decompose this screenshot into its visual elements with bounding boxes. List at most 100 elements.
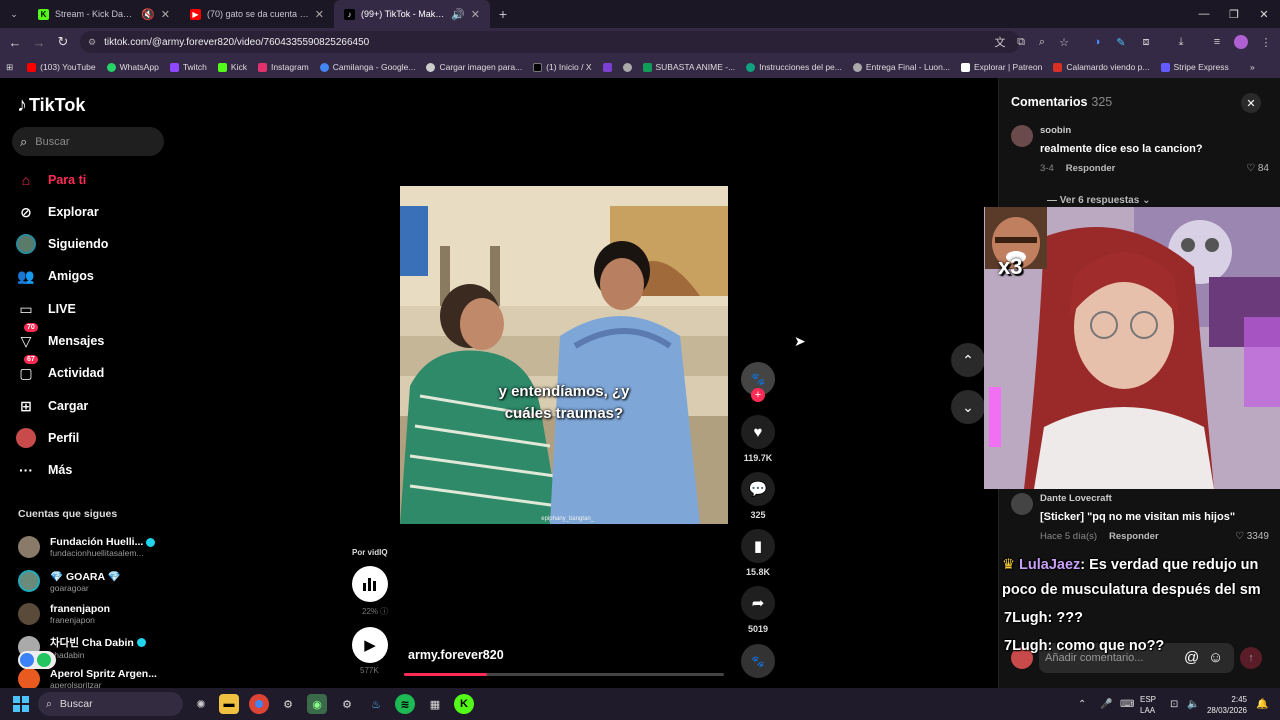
bookmark-item[interactable]: Instagram bbox=[257, 62, 309, 72]
send-comment-button[interactable]: ↑ bbox=[1240, 647, 1262, 669]
bookmark-item[interactable]: Explorar | Patreon bbox=[960, 62, 1042, 72]
avatar[interactable] bbox=[1011, 493, 1033, 515]
close-comments-button[interactable]: ✕ bbox=[1241, 93, 1261, 113]
settings-gear-icon[interactable]: ⚙ bbox=[278, 694, 298, 714]
site-info-icon[interactable]: ⚙ bbox=[88, 37, 96, 48]
follow-plus-icon[interactable]: + bbox=[751, 388, 765, 402]
settings-gear-icon[interactable]: ⚙ bbox=[337, 694, 357, 714]
bookmark-item[interactable] bbox=[622, 62, 632, 72]
bookmark-item[interactable] bbox=[602, 62, 612, 72]
info-icon[interactable]: ⓘ bbox=[380, 607, 388, 616]
creator-avatar-button[interactable]: 🐾 + bbox=[740, 362, 776, 402]
search-box[interactable]: ⌕ bbox=[12, 127, 164, 156]
chrome-icon[interactable] bbox=[249, 694, 269, 714]
windows-start-icon[interactable] bbox=[13, 696, 29, 712]
vidiq-stats-button[interactable] bbox=[352, 566, 388, 602]
tab-list-button[interactable]: ⌄ bbox=[0, 0, 28, 28]
extension-icon[interactable]: ◑ bbox=[1087, 32, 1107, 52]
forward-icon[interactable]: → bbox=[27, 30, 51, 54]
bookmark-item[interactable]: Entrega Final - Luon... bbox=[852, 62, 950, 72]
nav-item-perfil[interactable]: Perfil bbox=[16, 426, 79, 450]
bookmark-item[interactable]: Twitch bbox=[169, 62, 207, 72]
video-author[interactable]: army.forever820 bbox=[408, 648, 504, 662]
system-clock[interactable]: 2:45 28/03/2026 bbox=[1203, 694, 1247, 716]
file-explorer-icon[interactable]: ▬ bbox=[219, 694, 239, 714]
bookmark-item[interactable]: (1) Inicio / X bbox=[533, 62, 592, 72]
sound-button[interactable]: 🐾 bbox=[740, 644, 776, 678]
bookmark-item[interactable]: Stripe Express bbox=[1160, 62, 1229, 72]
nav-item-explorar[interactable]: ⊘ Explorar bbox=[16, 200, 99, 224]
bookmark-item[interactable]: WhatsApp bbox=[106, 62, 159, 72]
next-video-button[interactable]: ⌄ bbox=[951, 390, 985, 424]
extensions-puzzle-icon[interactable]: ⧈ bbox=[1136, 32, 1156, 52]
minimize-icon[interactable]: — bbox=[1188, 0, 1220, 28]
play-button[interactable]: ▶ bbox=[352, 627, 388, 663]
bookmark-item[interactable]: Camilanga - Google... bbox=[319, 62, 415, 72]
mute-icon[interactable]: 🔇 bbox=[141, 8, 155, 21]
previous-video-button[interactable]: ⌃ bbox=[951, 343, 985, 377]
followed-account[interactable]: franenjapon franenjapon bbox=[18, 599, 110, 629]
back-icon[interactable]: ← bbox=[3, 30, 27, 54]
nav-item-cargar[interactable]: ⊞ Cargar bbox=[16, 394, 88, 418]
nav-item-live[interactable]: ▭ LIVE bbox=[16, 297, 75, 321]
comment-user[interactable]: Dante Lovecraft bbox=[1040, 493, 1112, 504]
tiktok-logo[interactable]: ♪ TikTok bbox=[17, 94, 85, 117]
video-player[interactable]: y entendíamos, ¿y cuáles traumas? epipha… bbox=[400, 186, 728, 524]
kick-icon[interactable]: K bbox=[454, 694, 474, 714]
download-icon[interactable]: ⤓ bbox=[1171, 32, 1191, 52]
avatar[interactable] bbox=[1011, 125, 1033, 147]
view-replies-button[interactable]: — Ver 6 respuestas ⌄ bbox=[1047, 195, 1150, 206]
url-field[interactable]: ⚙ tiktok.com/@army.forever820/video/7604… bbox=[80, 31, 1020, 53]
comment-like-button[interactable]: ♡ 84 bbox=[1246, 163, 1269, 174]
bookmark-star-icon[interactable]: ☆ bbox=[1054, 32, 1074, 52]
video-progress-bar[interactable] bbox=[404, 673, 724, 676]
like-button[interactable]: ♥ 119.7K bbox=[740, 415, 776, 463]
floating-widget[interactable] bbox=[18, 651, 56, 669]
obs-icon[interactable]: ◉ bbox=[307, 694, 327, 714]
bookmark-item[interactable]: Kick bbox=[217, 62, 247, 72]
comment-user[interactable]: soobin bbox=[1040, 125, 1071, 136]
menu-kebab-icon[interactable]: ⋮ bbox=[1256, 32, 1276, 52]
nav-item-mas[interactable]: ··· Más bbox=[16, 458, 72, 482]
app-icon[interactable]: ▦ bbox=[425, 694, 445, 714]
microphone-icon[interactable]: 🎤 bbox=[1100, 688, 1112, 720]
nav-item-mensajes[interactable]: ▽ 70 Mensajes bbox=[16, 323, 104, 353]
bookmark-item[interactable]: Instrucciones del pe... bbox=[746, 62, 842, 72]
bookmark-item[interactable]: Cargar imagen para... bbox=[426, 62, 522, 72]
close-tab-icon[interactable]: ✕ bbox=[315, 8, 324, 21]
extension-icon[interactable]: ✎ bbox=[1111, 32, 1131, 52]
close-tab-icon[interactable]: ✕ bbox=[471, 8, 480, 21]
keyboard-icon[interactable]: ⌨ bbox=[1120, 688, 1134, 720]
nav-item-para-ti[interactable]: ⌂ Para ti bbox=[16, 168, 86, 192]
reload-icon[interactable]: ↻ bbox=[51, 30, 75, 54]
followed-account[interactable]: 💎 GOARA 💎 goaragoar bbox=[18, 566, 121, 596]
search-input[interactable] bbox=[35, 135, 146, 148]
nav-item-actividad[interactable]: ▢ 67 Actividad bbox=[16, 355, 104, 385]
comment-button[interactable]: 💬 325 bbox=[740, 472, 776, 520]
spotify-icon[interactable]: ≋ bbox=[395, 694, 415, 714]
tab-kick-dashboard[interactable]: K Stream - Kick Dashboard 🔇 ✕ bbox=[28, 0, 180, 28]
zoom-icon[interactable]: ⌕ bbox=[1032, 32, 1052, 52]
apps-grid-icon[interactable]: ⊞ bbox=[6, 62, 13, 73]
chatgpt-app-icon[interactable]: ✺ bbox=[191, 694, 211, 714]
reply-button[interactable]: Responder bbox=[1109, 531, 1159, 542]
media-control-icon[interactable]: ≡ bbox=[1207, 32, 1227, 52]
close-tab-icon[interactable]: ✕ bbox=[161, 8, 170, 21]
mention-icon[interactable]: @ bbox=[1184, 649, 1199, 666]
close-window-icon[interactable]: ✕ bbox=[1248, 0, 1280, 28]
network-icon[interactable]: ⊡ bbox=[1170, 688, 1178, 720]
taskbar-search[interactable]: ⌕ Buscar bbox=[38, 692, 183, 716]
new-tab-button[interactable]: + bbox=[490, 0, 516, 28]
profile-avatar-icon[interactable] bbox=[1231, 32, 1251, 52]
bookmark-item[interactable]: SUBASTA ANIME -... bbox=[642, 62, 735, 72]
nav-item-amigos[interactable]: 👥 Amigos bbox=[16, 264, 94, 288]
nav-item-siguiendo[interactable]: Siguiendo bbox=[16, 232, 108, 256]
share-button[interactable]: ➦ 5019 bbox=[740, 586, 776, 634]
volume-icon[interactable]: 🔈 bbox=[1187, 688, 1199, 720]
more-bookmarks-icon[interactable]: » bbox=[1250, 62, 1255, 72]
comment-like-button[interactable]: ♡ 3349 bbox=[1235, 531, 1269, 542]
emoji-icon[interactable]: ☺ bbox=[1208, 649, 1223, 666]
steam-icon[interactable]: ♨ bbox=[366, 694, 386, 714]
bookmark-item[interactable]: Calamardo viendo p... bbox=[1053, 62, 1150, 72]
tab-tiktok[interactable]: ♪ (99+) TikTok - Make Your D 🔊 ✕ bbox=[334, 0, 490, 28]
